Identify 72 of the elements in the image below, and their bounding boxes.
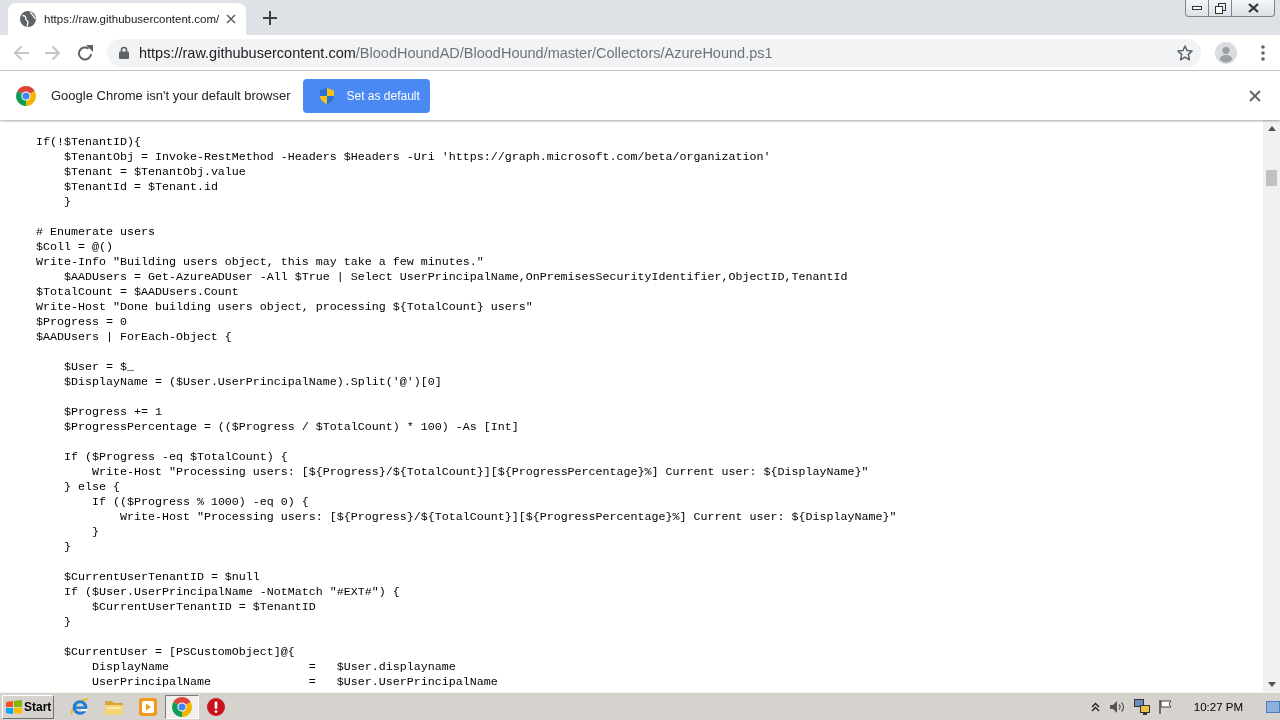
close-icon[interactable]	[226, 14, 236, 24]
url-text: https://raw.githubusercontent.com/BloodHoundAD/BloodHound/master/Collectors/AzureHound.ps1	[139, 44, 773, 61]
code-line: If(!$TenantID){	[36, 135, 141, 149]
folder-icon	[105, 698, 123, 715]
alert-icon	[207, 697, 225, 716]
infobar-message: Google Chrome isn't your default browser	[51, 88, 291, 103]
code-line: }	[64, 540, 71, 554]
plus-icon[interactable]	[263, 11, 277, 25]
star-icon[interactable]	[1177, 44, 1193, 61]
letter-e-icon	[71, 697, 89, 716]
code-line: $DisplayName = ($User.UserPrincipalName).Split('@')[0]	[64, 375, 442, 389]
code-line: $CurrentUserTenantID = $TenantID	[91, 600, 316, 614]
code-line: Write-Host "Done building users object, processing ${TotalCount} users"	[36, 300, 533, 314]
close-button[interactable]	[1232, 0, 1275, 17]
code-line: }	[91, 525, 99, 539]
code-line: If ($Progress -eq $TotalCount) {	[64, 450, 288, 464]
code-line: $AADUsers = Get-AzureADUser -All $True | Select UserPrincipalName,OnPremisesSecurityIdentifier,ObjectID,TenantId	[64, 270, 848, 284]
avatar-icon[interactable]	[1215, 41, 1237, 64]
speaker-icon[interactable]	[1108, 699, 1125, 714]
back-arrow-icon	[13, 44, 29, 61]
code-line: $ProgressPercentage = (($Progress / $TotalCount) * 100) -As [Int]	[64, 420, 519, 434]
code-line: $User = $_	[64, 360, 134, 374]
tricolor-ring-icon	[16, 85, 36, 106]
code-line: # Enumerate users	[36, 225, 155, 239]
shield-icon	[320, 87, 335, 104]
network-icon[interactable]	[1133, 698, 1150, 715]
scroll-thumb[interactable]	[1266, 170, 1277, 186]
browser-tab[interactable]: https://raw.githubusercontent.com/	[8, 3, 246, 35]
code-line: UserPrincipalName = $User.UserPrincipalName	[91, 675, 498, 689]
code-line: Write-Host "Processing users: [${Progress}/${TotalCount}][${ProgressPercentage}%] Current user: ${DisplayName}"	[119, 510, 897, 524]
code-line: $Progress += 1	[64, 405, 162, 419]
clock-text[interactable]: 10:27 PM	[1193, 700, 1243, 713]
code-line: Write-Info "Building users object, this may take a few minutes."	[36, 255, 484, 269]
play-icon	[139, 697, 157, 716]
code-line: $TenantObj = Invoke-RestMethod -Headers $Headers -Uri 'https://graph.microsoft.com/beta/organization'	[64, 150, 771, 164]
code-line: $CurrentUser = [PSCustomObject]@{	[64, 645, 295, 659]
code-line: Write-Host "Processing users: [${Progress}/${TotalCount}][${ProgressPercentage}%] Current user: ${DisplayName}"	[91, 465, 869, 479]
code-line: } else {	[64, 480, 120, 494]
start-button[interactable]: Start	[2, 694, 54, 719]
scroll-up-arrow-icon[interactable]	[1267, 126, 1276, 131]
forward-arrow-icon	[45, 44, 61, 61]
restore-icon	[1214, 2, 1226, 14]
code-line: $AADUsers | ForEach-Object {	[36, 330, 232, 344]
windows-flag-icon	[6, 699, 22, 714]
scrollbar[interactable]	[1263, 120, 1280, 692]
minimize-icon	[1192, 6, 1202, 10]
code-line: }	[64, 615, 71, 629]
tricolor-ring-icon	[172, 696, 192, 717]
code-line: DisplayName = $User.displayname	[91, 660, 456, 674]
lock-icon	[119, 46, 129, 59]
reload-icon	[77, 44, 93, 61]
code-line: $Tenant = $TenantObj.value	[64, 165, 246, 179]
flag-icon[interactable]	[1158, 699, 1173, 714]
chevron-up-icon[interactable]	[1090, 701, 1100, 712]
show-desktop-icon[interactable]	[1266, 700, 1280, 713]
menu-icon[interactable]	[1261, 44, 1265, 61]
close-icon	[1247, 3, 1259, 13]
code-line: If ($User.UserPrincipalName -NotMatch "#EXT#") {	[64, 585, 400, 599]
close-icon[interactable]	[1249, 89, 1261, 102]
taskbar-button[interactable]	[165, 694, 199, 719]
globe-icon	[20, 11, 36, 27]
code-line: $Progress = 0	[36, 315, 127, 329]
code-line: $Coll = @()	[36, 240, 113, 254]
scroll-down-arrow-icon[interactable]	[1267, 682, 1276, 687]
restore-button[interactable]	[1209, 0, 1232, 17]
code-line: $TotalCount = $AADUsers.Count	[36, 285, 239, 299]
code-line: $CurrentUserTenantID = $null	[64, 570, 260, 584]
code-line: $TenantId = $Tenant.id	[64, 180, 218, 194]
code-line: }	[64, 195, 71, 209]
minimize-button[interactable]	[1185, 0, 1209, 17]
address-bar[interactable]: https://raw.githubusercontent.com/BloodHoundAD/BloodHound/master/Collectors/AzureHound.ps1	[107, 38, 1201, 67]
code-line: If (($Progress % 1000) -eq 0) {	[91, 495, 309, 509]
